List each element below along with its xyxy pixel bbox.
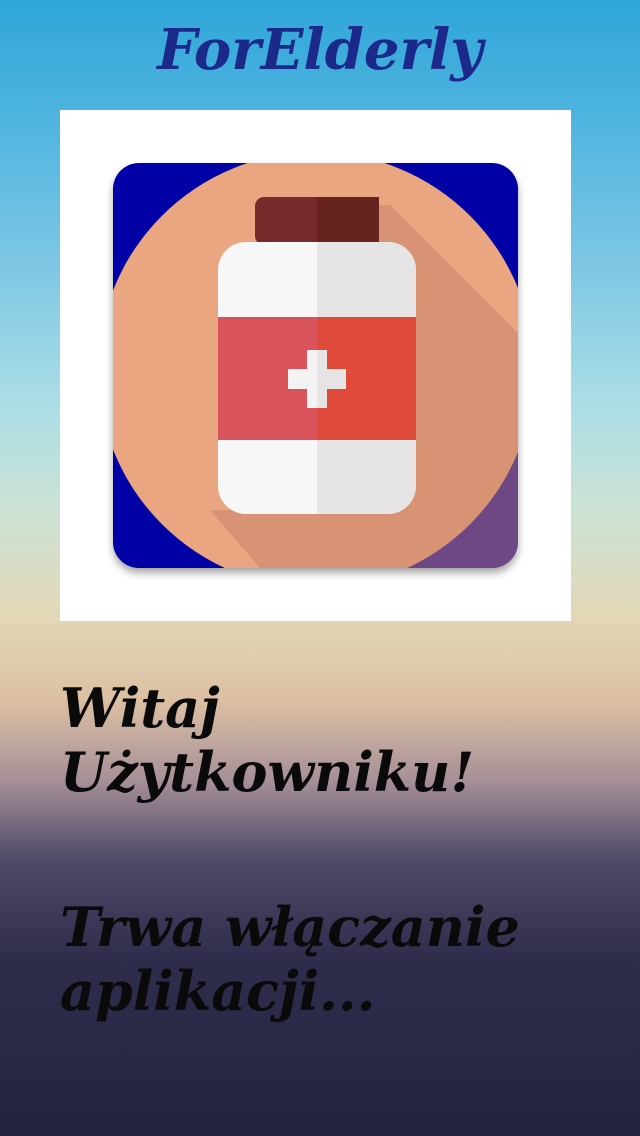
app-title: ForElderly [157,17,483,83]
welcome-message: Witaj Użytkowniku! [60,676,620,804]
medicine-bottle-icon [113,163,518,568]
loading-line-1: Trwa włączanie [60,895,520,959]
welcome-line-1: Witaj [60,676,220,740]
welcome-line-2: Użytkowniku! [60,740,475,804]
loading-line-2: aplikacji... [60,959,376,1023]
loading-status: Trwa włączanie aplikacji... [60,895,630,1023]
app-logo [60,110,571,621]
